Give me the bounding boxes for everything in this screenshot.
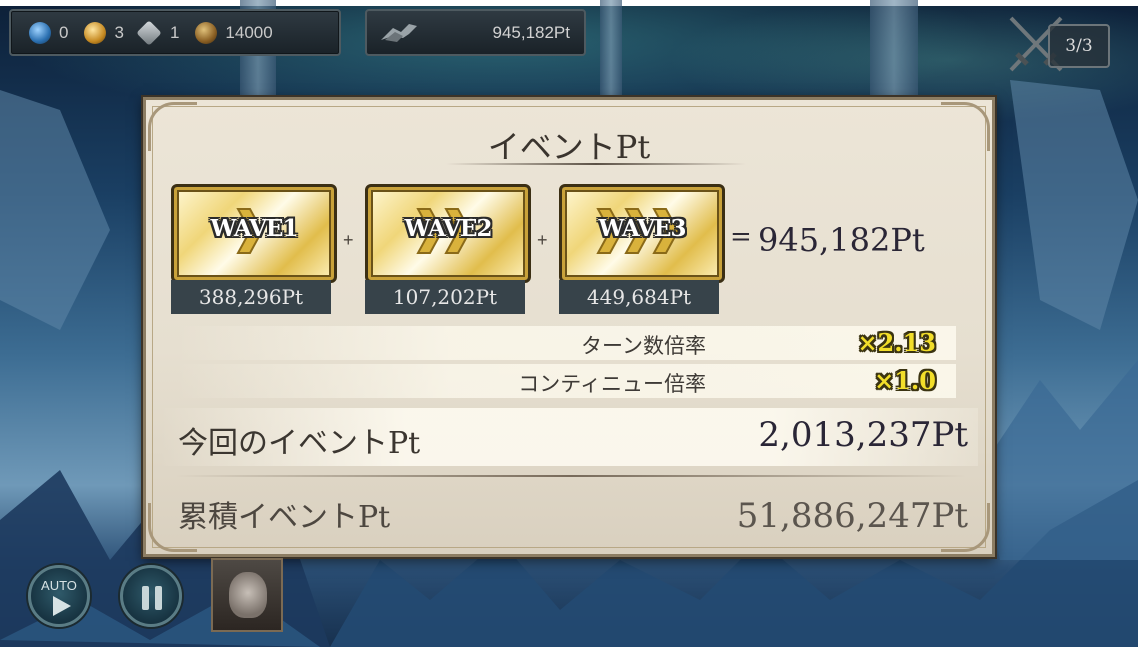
multiplier-label: ターン数倍率 bbox=[581, 334, 706, 358]
auto-label: AUTO bbox=[41, 578, 77, 593]
wave-label: WAVE1 bbox=[210, 215, 299, 242]
character-face bbox=[229, 572, 267, 618]
wave-label: WAVE2 bbox=[404, 215, 493, 242]
resource-count: 0 bbox=[59, 22, 69, 42]
wave-points: 449,684Pt bbox=[559, 280, 719, 314]
resource-count: 14000 bbox=[225, 22, 273, 42]
character-portrait[interactable] bbox=[211, 558, 283, 632]
event-points-panel: イベントPt WAVE1 388,296Pt + WAVE2 107,202Pt… bbox=[143, 97, 995, 557]
continue-multiplier-row: コンティニュー倍率 ×1.0 bbox=[176, 364, 956, 398]
multiplier-label: コンティニュー倍率 bbox=[518, 372, 706, 396]
silver-gem-icon bbox=[136, 19, 162, 46]
wave-total-points: 945,182Pt bbox=[758, 221, 925, 259]
equals-sign: = bbox=[730, 222, 752, 252]
pause-button[interactable] bbox=[120, 565, 182, 627]
wave-current: 3 bbox=[1065, 36, 1077, 56]
multiplier-value: ×1.0 bbox=[874, 366, 936, 395]
bronze-coin-icon bbox=[195, 21, 218, 44]
pause-icon bbox=[155, 586, 162, 610]
current-event-points-row: 今回のイベントPt 2,013,237Pt bbox=[160, 408, 978, 466]
wave-points: 388,296Pt bbox=[171, 280, 331, 314]
current-event-value: 2,013,237Pt bbox=[758, 415, 968, 455]
panel-title: イベントPt bbox=[487, 128, 651, 166]
wave1-card: WAVE1 bbox=[171, 184, 337, 283]
resource-count: 3 bbox=[114, 22, 124, 42]
resource-bar: 0 3 1 14000 bbox=[9, 9, 341, 56]
wave-counter: 3/3 bbox=[1048, 24, 1110, 68]
event-points-bar: 945,182Pt bbox=[365, 9, 586, 56]
gold-orb-icon bbox=[84, 21, 107, 44]
plus-sign: + bbox=[537, 230, 548, 250]
turn-multiplier-row: ターン数倍率 ×2.13 bbox=[176, 326, 956, 360]
auto-button[interactable]: AUTO bbox=[28, 565, 90, 627]
wave2-card: WAVE2 bbox=[365, 184, 531, 283]
accumulated-event-label: 累積イベントPt bbox=[178, 500, 391, 535]
event-points-value: 945,182Pt bbox=[492, 23, 570, 42]
wave-label: WAVE3 bbox=[598, 215, 687, 242]
wing-icon bbox=[381, 24, 417, 42]
wave-total: 3 bbox=[1081, 36, 1093, 56]
plus-sign: + bbox=[343, 230, 354, 250]
current-event-label: 今回のイベントPt bbox=[178, 426, 421, 461]
title-divider bbox=[446, 163, 746, 165]
wave3-card: WAVE3 bbox=[559, 184, 725, 283]
blue-orb-icon bbox=[29, 21, 51, 44]
pause-icon bbox=[142, 586, 149, 610]
resource-count: 1 bbox=[169, 22, 180, 42]
play-icon bbox=[53, 596, 71, 616]
accumulated-event-value: 51,886,247Pt bbox=[736, 496, 968, 536]
multiplier-value: ×2.13 bbox=[857, 328, 936, 357]
wave-points: 107,202Pt bbox=[365, 280, 525, 314]
section-divider bbox=[176, 475, 966, 477]
